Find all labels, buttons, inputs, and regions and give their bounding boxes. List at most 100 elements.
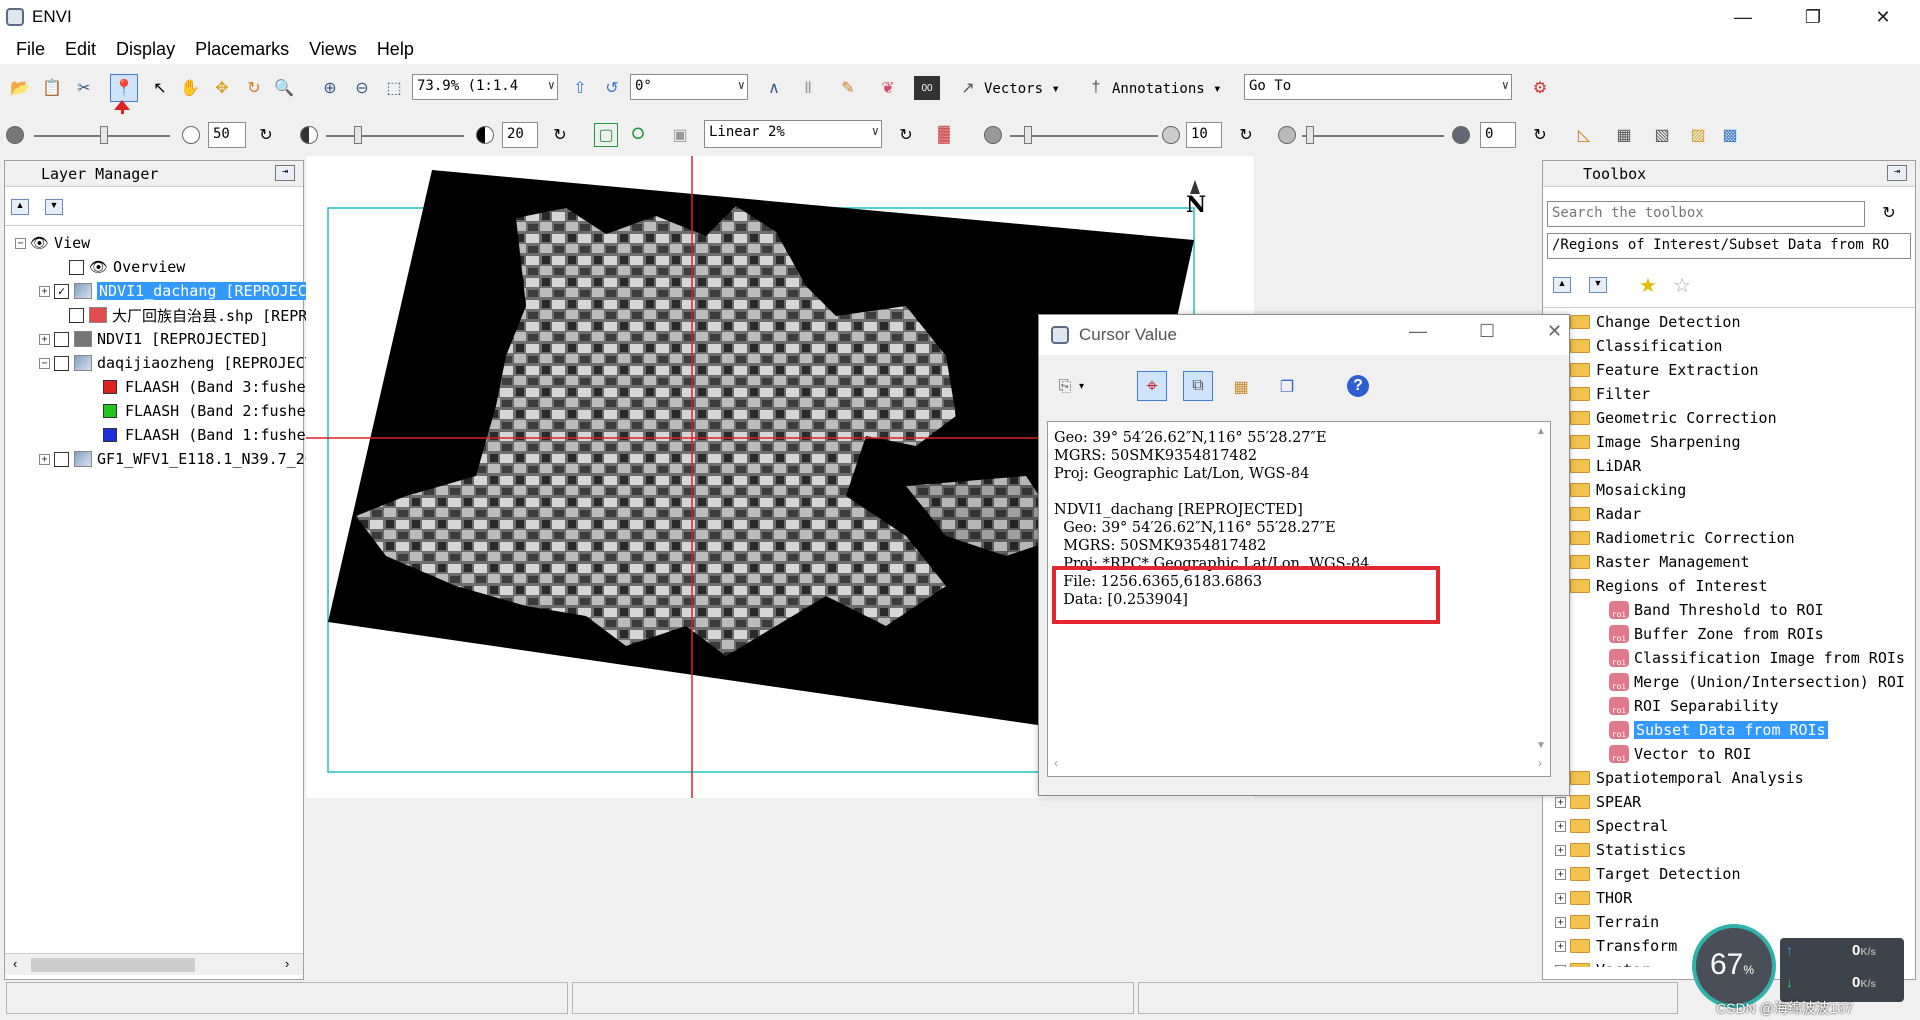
layer-checkbox[interactable]	[69, 307, 84, 323]
dialog-close-button[interactable]: ✕	[1547, 321, 1562, 342]
help-icon[interactable]: ?	[1347, 375, 1369, 397]
rotate-north-icon[interactable]: ⇧	[568, 76, 592, 100]
contrast-slider[interactable]	[326, 135, 464, 137]
expand-toggle[interactable]: +	[1555, 868, 1566, 880]
toolbox-folder[interactable]: + Terrain	[1555, 912, 1659, 932]
layer-checkbox[interactable]	[54, 331, 69, 347]
toolbox-folder[interactable]: +Classification	[1555, 336, 1722, 356]
dialog-minimize-button[interactable]: —	[1409, 321, 1427, 342]
refresh-icon[interactable]: ↻	[1877, 201, 1901, 225]
transparency-field[interactable]: 0	[1480, 122, 1516, 148]
toolbox-folder[interactable]: + Target Detection	[1555, 864, 1741, 884]
toolbox-search-input[interactable]: Search the toolbox	[1547, 201, 1865, 227]
pixel-locator-icon[interactable]: 00	[914, 76, 940, 100]
collapse-all-icon[interactable]: ▲	[11, 199, 29, 215]
expand-toggle[interactable]: +	[39, 453, 50, 465]
transparency-slider[interactable]	[1302, 135, 1444, 137]
portal-icon[interactable]: Ⅱ	[796, 76, 820, 100]
expand-all-icon[interactable]: ▼	[1589, 277, 1607, 293]
reset-sharpen-icon[interactable]: ↻	[1234, 123, 1258, 147]
toolbox-folder[interactable]: +Change Detection	[1555, 312, 1741, 332]
blend-icon[interactable]: ▧	[1650, 123, 1674, 147]
pin-panel-icon[interactable]: ⇥	[1887, 165, 1907, 181]
expand-toggle[interactable]: +	[1555, 796, 1566, 808]
layers-icon[interactable]: ❐	[1275, 375, 1299, 399]
expand-toggle[interactable]: +	[1555, 844, 1566, 856]
transparency-slider-thumb[interactable]	[1306, 126, 1314, 144]
crosshair-link-icon[interactable]: ∧	[762, 76, 786, 100]
contrast-slider-thumb[interactable]	[354, 126, 362, 144]
rotate-user-icon[interactable]: ↺	[600, 76, 624, 100]
scrollbar-thumb[interactable]	[31, 958, 195, 972]
portal-view-icon[interactable]: ▨	[1686, 123, 1710, 147]
restore-button[interactable]: ❐	[1784, 0, 1842, 34]
toolbox-folder[interactable]: + THOR	[1555, 888, 1632, 908]
close-button[interactable]: ✕	[1854, 0, 1912, 34]
toolbox-tool[interactable]: roi Merge (Union/Intersection) ROI	[1609, 672, 1905, 692]
brightness-slider-thumb[interactable]	[100, 126, 108, 144]
link-icon[interactable]: ⧉	[1183, 371, 1213, 401]
toolbox-folder[interactable]: +Radiometric Correction	[1555, 528, 1795, 548]
select-arrow-icon[interactable]: ↖	[148, 76, 172, 100]
swipe-icon[interactable]: ▦	[1612, 123, 1636, 147]
reset-contrast-icon[interactable]: ↻	[548, 123, 572, 147]
menu-views[interactable]: Views	[299, 39, 367, 60]
toolbox-folder[interactable]: + Spectral	[1555, 816, 1668, 836]
annotations-menu[interactable]: Annotations ▾	[1112, 81, 1222, 97]
toolbox-folder[interactable]: + Transform	[1555, 936, 1677, 956]
brightness-field[interactable]: 50	[208, 122, 246, 148]
layer-item[interactable]: + NDVI1 [REPROJECTED]	[39, 328, 269, 350]
favorite-star-icon[interactable]: ★	[1639, 273, 1657, 298]
copy-icon[interactable]: ⎘	[1053, 375, 1077, 399]
toolbox-folder[interactable]: +Image Sharpening	[1555, 432, 1741, 452]
sharpen-slider[interactable]	[1010, 135, 1158, 137]
toolbox-tool[interactable]: roi ROI Separability	[1609, 696, 1779, 716]
vectors-icon[interactable]: ↗	[956, 76, 980, 100]
crosshair-toggle-icon[interactable]: ⌖	[1137, 371, 1167, 401]
open-folder-icon[interactable]: 📂	[8, 76, 32, 100]
fit-view-icon[interactable]: ⭘	[626, 123, 650, 147]
favorite-star-outline-icon[interactable]: ☆	[1673, 273, 1691, 298]
layer-item[interactable]: 👁 Overview	[69, 256, 185, 278]
menu-file[interactable]: File	[6, 39, 55, 60]
expand-toggle[interactable]: +	[1555, 940, 1566, 952]
toolbox-folder[interactable]: + Statistics	[1555, 840, 1686, 860]
pin-panel-icon[interactable]: ⇥	[275, 165, 295, 181]
scroll-left-icon[interactable]: ‹	[13, 956, 17, 971]
toolbox-tool[interactable]: roi Band Threshold to ROI	[1609, 600, 1824, 620]
scroll-down-icon[interactable]: ▼	[1536, 740, 1546, 751]
layer-item[interactable]: + ✓ NDVI1_dachang [REPROJECTED]	[39, 280, 345, 302]
histogram-icon[interactable]: ▓	[932, 123, 956, 147]
reset-stretch-icon[interactable]: ↻	[894, 123, 918, 147]
rotation-combo[interactable]: 0° ∨	[630, 74, 748, 100]
expand-all-icon[interactable]: ▼	[45, 199, 63, 215]
expand-toggle[interactable]: +	[39, 333, 50, 345]
zoom-full-icon[interactable]: ⬚	[382, 76, 406, 100]
goto-combo[interactable]: Go To ∨	[1244, 74, 1512, 100]
grid-icon[interactable]: ▦	[1229, 375, 1253, 399]
crop-icon[interactable]: ✂	[72, 76, 96, 100]
toolbox-tool[interactable]: roi Classification Image from ROIs	[1609, 648, 1905, 668]
expand-toggle[interactable]: +	[1555, 820, 1566, 832]
annotation-pen-icon[interactable]: ✎	[836, 76, 860, 100]
toolbox-folder[interactable]: +Geometric Correction	[1555, 408, 1777, 428]
stretch-icon[interactable]: ▣	[668, 123, 692, 147]
flicker-icon[interactable]: ◺	[1572, 123, 1596, 147]
full-extent-icon[interactable]: ▢	[594, 123, 618, 147]
clipboard-icon[interactable]: 📋	[40, 76, 64, 100]
menu-display[interactable]: Display	[106, 39, 185, 60]
toolbox-folder[interactable]: +Spatiotemporal Analysis	[1555, 768, 1804, 788]
zoom-in-icon[interactable]: ⊕	[318, 76, 342, 100]
menu-edit[interactable]: Edit	[55, 39, 106, 60]
layer-checkbox[interactable]	[69, 259, 84, 275]
reset-brightness-icon[interactable]: ↻	[254, 123, 278, 147]
layer-item[interactable]: − daqijiaozheng [REPROJECTED]	[39, 352, 341, 374]
copy-dropdown-icon[interactable]: ▾	[1079, 381, 1084, 392]
scroll-up-icon[interactable]: ▲	[1536, 426, 1546, 437]
layer-item[interactable]: 大厂回族自治县.shp [REPROJ	[69, 304, 325, 326]
toolbox-tool[interactable]: roi Buffer Zone from ROIs	[1609, 624, 1824, 644]
fly-icon[interactable]: ✥	[210, 76, 234, 100]
toolbox-folder[interactable]: +Mosaicking	[1555, 480, 1686, 500]
horizontal-scrollbar[interactable]: ‹ ›	[5, 953, 303, 975]
pan-hand-icon[interactable]: ✋	[178, 76, 202, 100]
